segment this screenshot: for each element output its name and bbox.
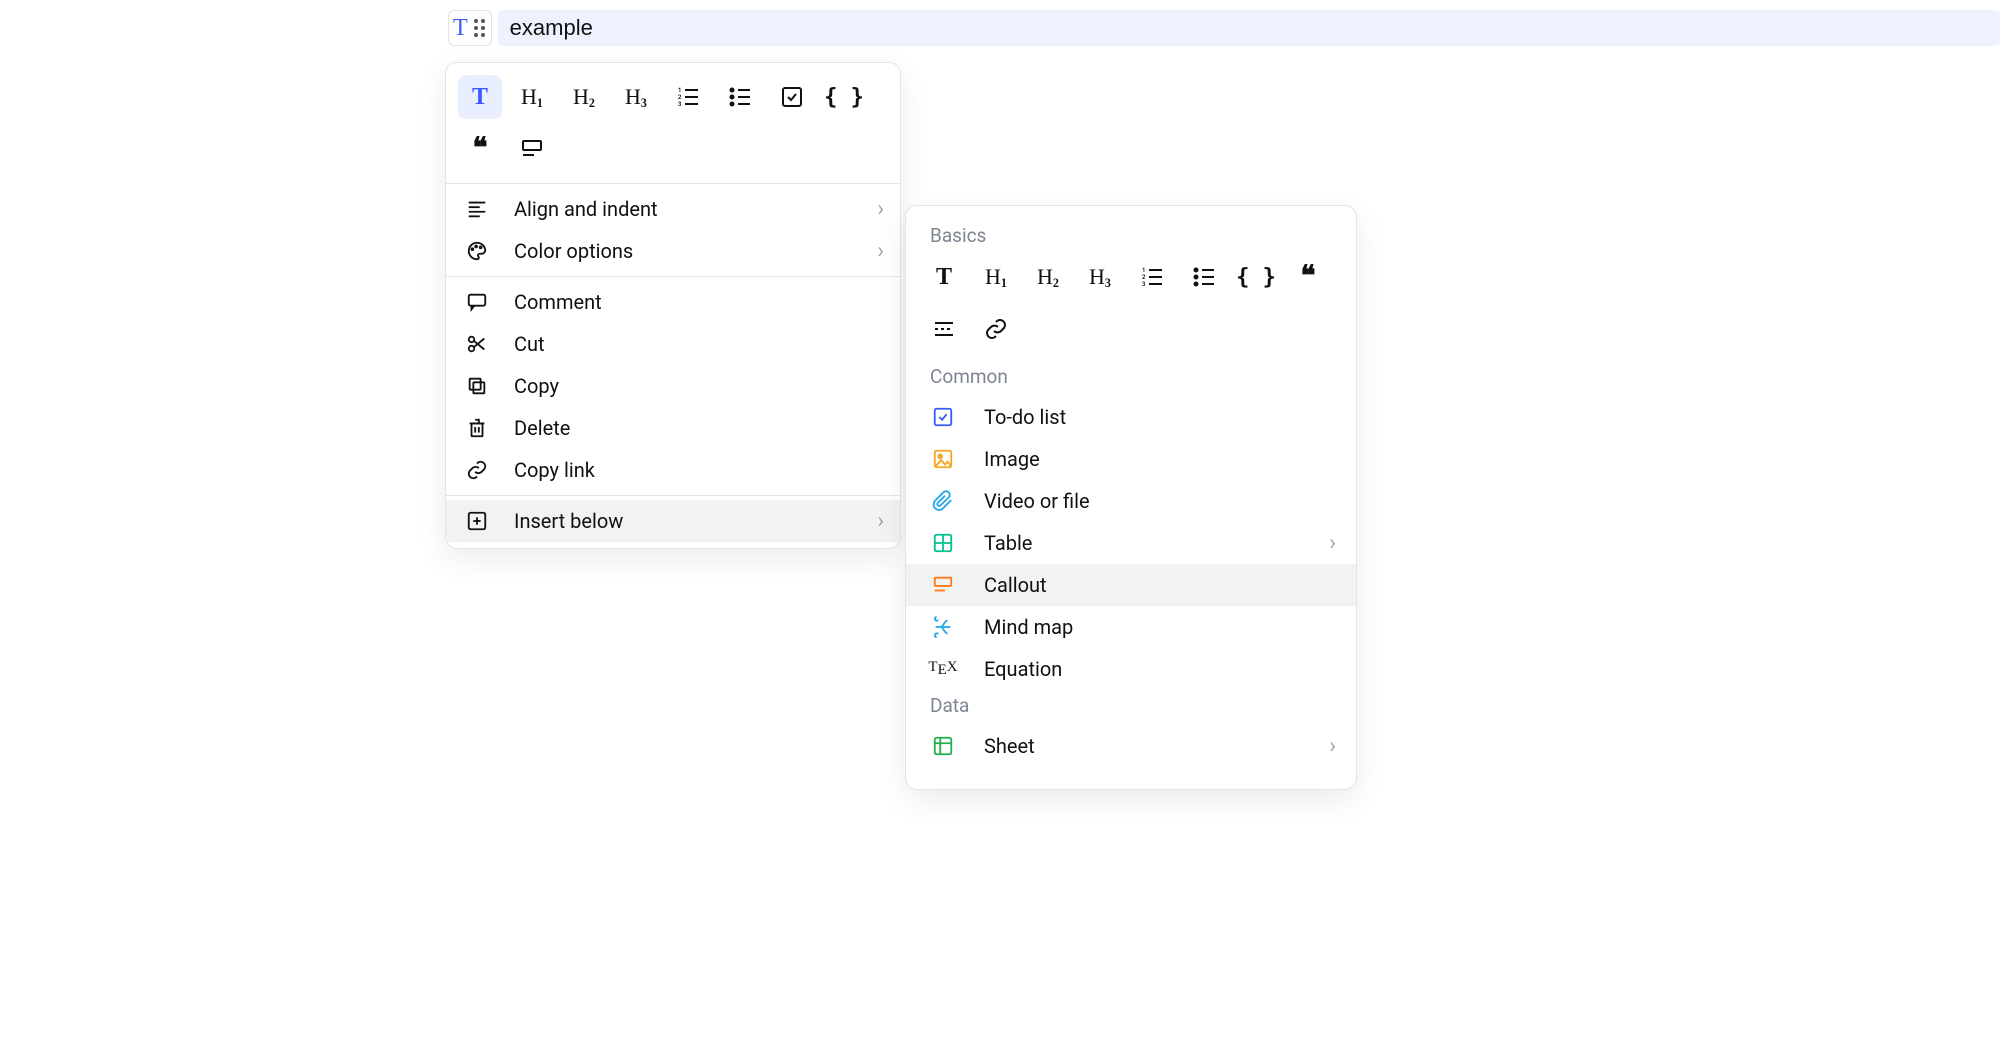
- bulleted-list-icon: [728, 85, 752, 109]
- list-item-label: Sheet: [984, 734, 1035, 758]
- link-icon: [984, 317, 1008, 341]
- chevron-right-icon: ›: [877, 509, 884, 534]
- insert-equation[interactable]: TEX Equation: [906, 648, 1356, 690]
- table-icon: [932, 532, 954, 554]
- block-text-input[interactable]: [498, 10, 2000, 46]
- menu-item-label: Comment: [514, 290, 602, 314]
- insert-image[interactable]: Image: [906, 438, 1356, 480]
- format-code[interactable]: { }: [822, 75, 866, 119]
- menu-cut[interactable]: Cut: [446, 323, 900, 365]
- align-icon: [466, 198, 488, 220]
- text-block-type-icon: T: [453, 15, 468, 42]
- svg-text:3: 3: [678, 101, 682, 108]
- insert-mind-map[interactable]: Mind map: [906, 606, 1356, 648]
- svg-text:3: 3: [1142, 281, 1146, 288]
- format-checkbox[interactable]: [770, 75, 814, 119]
- insert-divider[interactable]: [922, 307, 966, 351]
- format-type-grid: T H1 H2 H3 1 2 3 { } ❝: [446, 63, 900, 179]
- format-h2[interactable]: H2: [562, 75, 606, 119]
- callout-icon: [520, 137, 544, 161]
- format-quote[interactable]: ❝: [458, 127, 502, 171]
- list-item-label: Mind map: [984, 615, 1073, 639]
- basics-grid: T H1 H2 H3 1 2 3 { } ❝: [906, 255, 1356, 361]
- format-bulleted-list[interactable]: [718, 75, 762, 119]
- menu-insert-below[interactable]: Insert below ›: [446, 500, 900, 542]
- insert-video-file[interactable]: Video or file: [906, 480, 1356, 522]
- section-label-basics: Basics: [906, 220, 1356, 255]
- insert-ordered-list[interactable]: 1 2 3: [1130, 255, 1174, 299]
- mindmap-icon: [932, 616, 954, 638]
- chevron-right-icon: ›: [877, 197, 884, 222]
- comment-icon: [466, 291, 488, 313]
- chevron-right-icon: ›: [1329, 734, 1336, 759]
- todo-icon: [932, 406, 954, 428]
- insert-code[interactable]: { }: [1234, 255, 1278, 299]
- insert-todo-list[interactable]: To-do list: [906, 396, 1356, 438]
- copy-icon: [466, 375, 488, 397]
- menu-copy[interactable]: Copy: [446, 365, 900, 407]
- menu-color-options[interactable]: Color options ›: [446, 230, 900, 272]
- insert-h3[interactable]: H3: [1078, 255, 1122, 299]
- checkbox-icon: [780, 85, 804, 109]
- svg-text:2: 2: [1142, 274, 1146, 281]
- scissors-icon: [466, 333, 488, 355]
- format-h3[interactable]: H3: [614, 75, 658, 119]
- svg-text:1: 1: [678, 87, 681, 94]
- ordered-list-icon: 1 2 3: [1140, 265, 1164, 289]
- plus-square-icon: [466, 510, 488, 532]
- insert-below-submenu: Basics T H1 H2 H3 1 2 3 { } ❝: [905, 205, 1357, 790]
- insert-text[interactable]: T: [922, 255, 966, 299]
- svg-text:2: 2: [678, 94, 682, 101]
- insert-bulleted-list[interactable]: [1182, 255, 1226, 299]
- insert-table[interactable]: Table ›: [906, 522, 1356, 564]
- insert-callout[interactable]: Callout: [906, 564, 1356, 606]
- format-text[interactable]: T: [458, 75, 502, 119]
- menu-comment[interactable]: Comment: [446, 281, 900, 323]
- menu-item-label: Copy link: [514, 458, 595, 482]
- insert-h1[interactable]: H1: [974, 255, 1018, 299]
- menu-delete[interactable]: Delete: [446, 407, 900, 449]
- list-item-label: Video or file: [984, 489, 1090, 513]
- sheet-icon: [932, 735, 954, 757]
- block-row: T: [448, 10, 2000, 46]
- tex-icon: TEX: [928, 659, 957, 679]
- menu-item-label: Insert below: [514, 509, 623, 533]
- image-icon: [932, 448, 954, 470]
- format-h1[interactable]: H1: [510, 75, 554, 119]
- chevron-right-icon: ›: [877, 239, 884, 264]
- svg-text:1: 1: [1142, 267, 1145, 274]
- format-callout[interactable]: [510, 127, 554, 171]
- callout-icon: [932, 574, 954, 596]
- trash-icon: [466, 417, 488, 439]
- list-item-label: Callout: [984, 573, 1047, 597]
- menu-align-indent[interactable]: Align and indent ›: [446, 188, 900, 230]
- menu-item-label: Copy: [514, 374, 559, 398]
- section-label-data: Data: [906, 690, 1356, 725]
- chevron-right-icon: ›: [1329, 531, 1336, 556]
- list-item-label: To-do list: [984, 405, 1066, 429]
- divider-icon: [932, 317, 956, 341]
- section-label-common: Common: [906, 361, 1356, 396]
- ordered-list-icon: 1 2 3: [676, 85, 700, 109]
- insert-quote[interactable]: ❝: [1286, 255, 1330, 299]
- list-item-label: Table: [984, 531, 1032, 555]
- menu-item-label: Color options: [514, 239, 633, 263]
- menu-item-label: Cut: [514, 332, 545, 356]
- list-item-label: Image: [984, 447, 1040, 471]
- menu-item-label: Delete: [514, 416, 570, 440]
- bulleted-list-icon: [1192, 265, 1216, 289]
- list-item-label: Equation: [984, 657, 1062, 681]
- block-context-menu: T H1 H2 H3 1 2 3 { } ❝: [445, 62, 901, 549]
- insert-sheet[interactable]: Sheet ›: [906, 725, 1356, 767]
- link-icon: [466, 459, 488, 481]
- block-handle[interactable]: T: [448, 10, 492, 46]
- insert-link[interactable]: [974, 307, 1018, 351]
- menu-item-label: Align and indent: [514, 197, 658, 221]
- insert-h2[interactable]: H2: [1026, 255, 1070, 299]
- format-ordered-list[interactable]: 1 2 3: [666, 75, 710, 119]
- drag-handle-icon[interactable]: [474, 19, 485, 37]
- attachment-icon: [932, 490, 954, 512]
- palette-icon: [466, 240, 488, 262]
- menu-copy-link[interactable]: Copy link: [446, 449, 900, 491]
